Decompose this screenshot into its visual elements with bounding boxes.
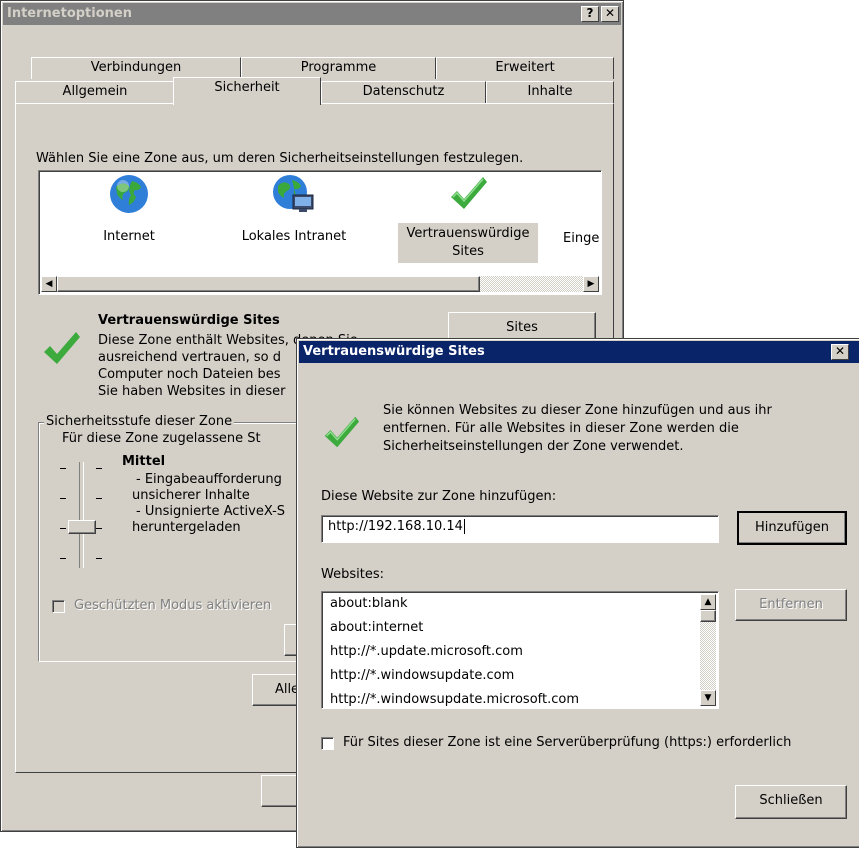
security-level-group-label: Sicherheitsstufe dieser Zone [44,414,235,429]
list-item[interactable]: http://*.update.microsoft.com [330,644,523,659]
zone-info-line: ausreichend vertrauen, so d [98,350,281,365]
tab-erweitert[interactable]: Erweitert [436,57,614,79]
zone-internet[interactable]: Internet [79,173,179,244]
zone-trusted-sites-label: Vertrauenswürdige Sites [398,223,538,263]
https-checkbox[interactable] [321,737,334,750]
close-dialog-button[interactable]: Schließen [735,785,847,819]
zone-list[interactable]: Internet Lokales Intranet Vertrauenswürd… [38,170,602,295]
trusted-sites-dialog: Vertrauenswürdige Sites ✕ Sie können Web… [296,338,859,848]
allowed-levels-label: Für diese Zone zugelassene St [62,431,261,446]
scroll-down-button[interactable]: ▼ [700,690,716,706]
websites-list[interactable]: about:blank about:internet http://*.upda… [321,591,719,709]
remove-button[interactable]: Entfernen [735,589,847,621]
info-line: Sie können Websites zu dieser Zone hinzu… [383,403,772,418]
tab-sicherheit[interactable]: Sicherheit [173,77,321,105]
add-site-input-value: http://192.168.10.14 [328,519,463,534]
list-item[interactable]: about:blank [330,596,408,611]
list-item[interactable]: about:internet [330,620,423,635]
level-name: Mittel [122,454,166,469]
trusted-checkmark-icon [44,332,80,364]
zone-list-scrollbar[interactable]: ◀ ▶ [41,276,599,292]
checkmark-icon [451,177,487,209]
zone-prompt: Wählen Sie eine Zone aus, um deren Siche… [36,151,524,166]
title-bar[interactable]: Internetoptionen ? ✕ [3,3,621,25]
https-checkbox-label: Für Sites dieser Zone ist eine Serverübe… [343,735,792,750]
zone-internet-label: Internet [103,229,155,244]
dialog-title: Internetoptionen [7,6,132,21]
info-line: entfernen. Für alle Websites in dieser Z… [383,421,739,436]
security-level-slider[interactable] [56,460,116,572]
zone-local-intranet[interactable]: Lokales Intranet [229,173,359,244]
trusted-sites-title-bar[interactable]: Vertrauenswürdige Sites ✕ [299,341,859,363]
trusted-sites-close-button[interactable]: ✕ [831,344,849,360]
zone-trusted-sites[interactable]: Vertrauenswürdige Sites [395,173,541,269]
slider-thumb[interactable] [68,520,96,534]
level-desc-line: - Unsignierte ActiveX-S [136,504,286,519]
help-button[interactable]: ? [581,6,599,22]
zone-restricted[interactable]: Einge [563,173,601,246]
list-item[interactable]: http://*.windowsupdate.microsoft.com [330,692,579,707]
scroll-thumb[interactable] [57,276,480,292]
close-button[interactable]: ✕ [601,6,619,22]
intranet-globe-icon [273,175,314,212]
tab-verbindungen[interactable]: Verbindungen [31,57,241,79]
websites-label: Websites: [321,567,384,582]
scroll-right-button[interactable]: ▶ [583,276,599,292]
add-site-label: Diese Website zur Zone hinzufügen: [321,489,557,504]
add-button[interactable]: Hinzufügen [737,511,847,545]
scroll-up-button[interactable]: ▲ [700,594,716,610]
info-line: Sicherheitseinstellungen der Zone verwen… [383,439,684,454]
zone-info-title: Vertrauenswürdige Sites [98,313,280,328]
zone-info-line: Computer noch Dateien bes [98,367,281,382]
globe-icon [110,175,148,213]
level-desc-line: heruntergeladen [132,520,241,535]
add-site-input[interactable]: http://192.168.10.14 [321,515,719,543]
level-desc-line: unsicherer Inhalte [132,488,250,503]
level-desc-line: - Eingabeaufforderung [136,472,282,487]
zone-local-intranet-label: Lokales Intranet [241,229,347,244]
tab-datenschutz[interactable]: Datenschutz [321,81,486,103]
tab-inhalte[interactable]: Inhalte [486,81,614,103]
tab-allgemein[interactable]: Allgemein [15,81,175,103]
trusted-sites-checkmark-icon [324,416,360,448]
zone-info-line: Sie haben Websites in dieser [98,384,286,399]
zone-restricted-label: Einge [563,231,600,246]
trusted-sites-title: Vertrauenswürdige Sites [303,344,485,359]
scroll-left-button[interactable]: ◀ [41,276,57,292]
scroll-thumb[interactable] [700,610,716,622]
protected-mode-label: Geschützten Modus aktivieren [74,598,272,613]
tab-programme[interactable]: Programme [241,57,436,79]
list-item[interactable]: http://*.windowsupdate.com [330,668,514,683]
protected-mode-checkbox [52,600,65,613]
websites-scrollbar[interactable]: ▲ ▼ [700,594,716,706]
